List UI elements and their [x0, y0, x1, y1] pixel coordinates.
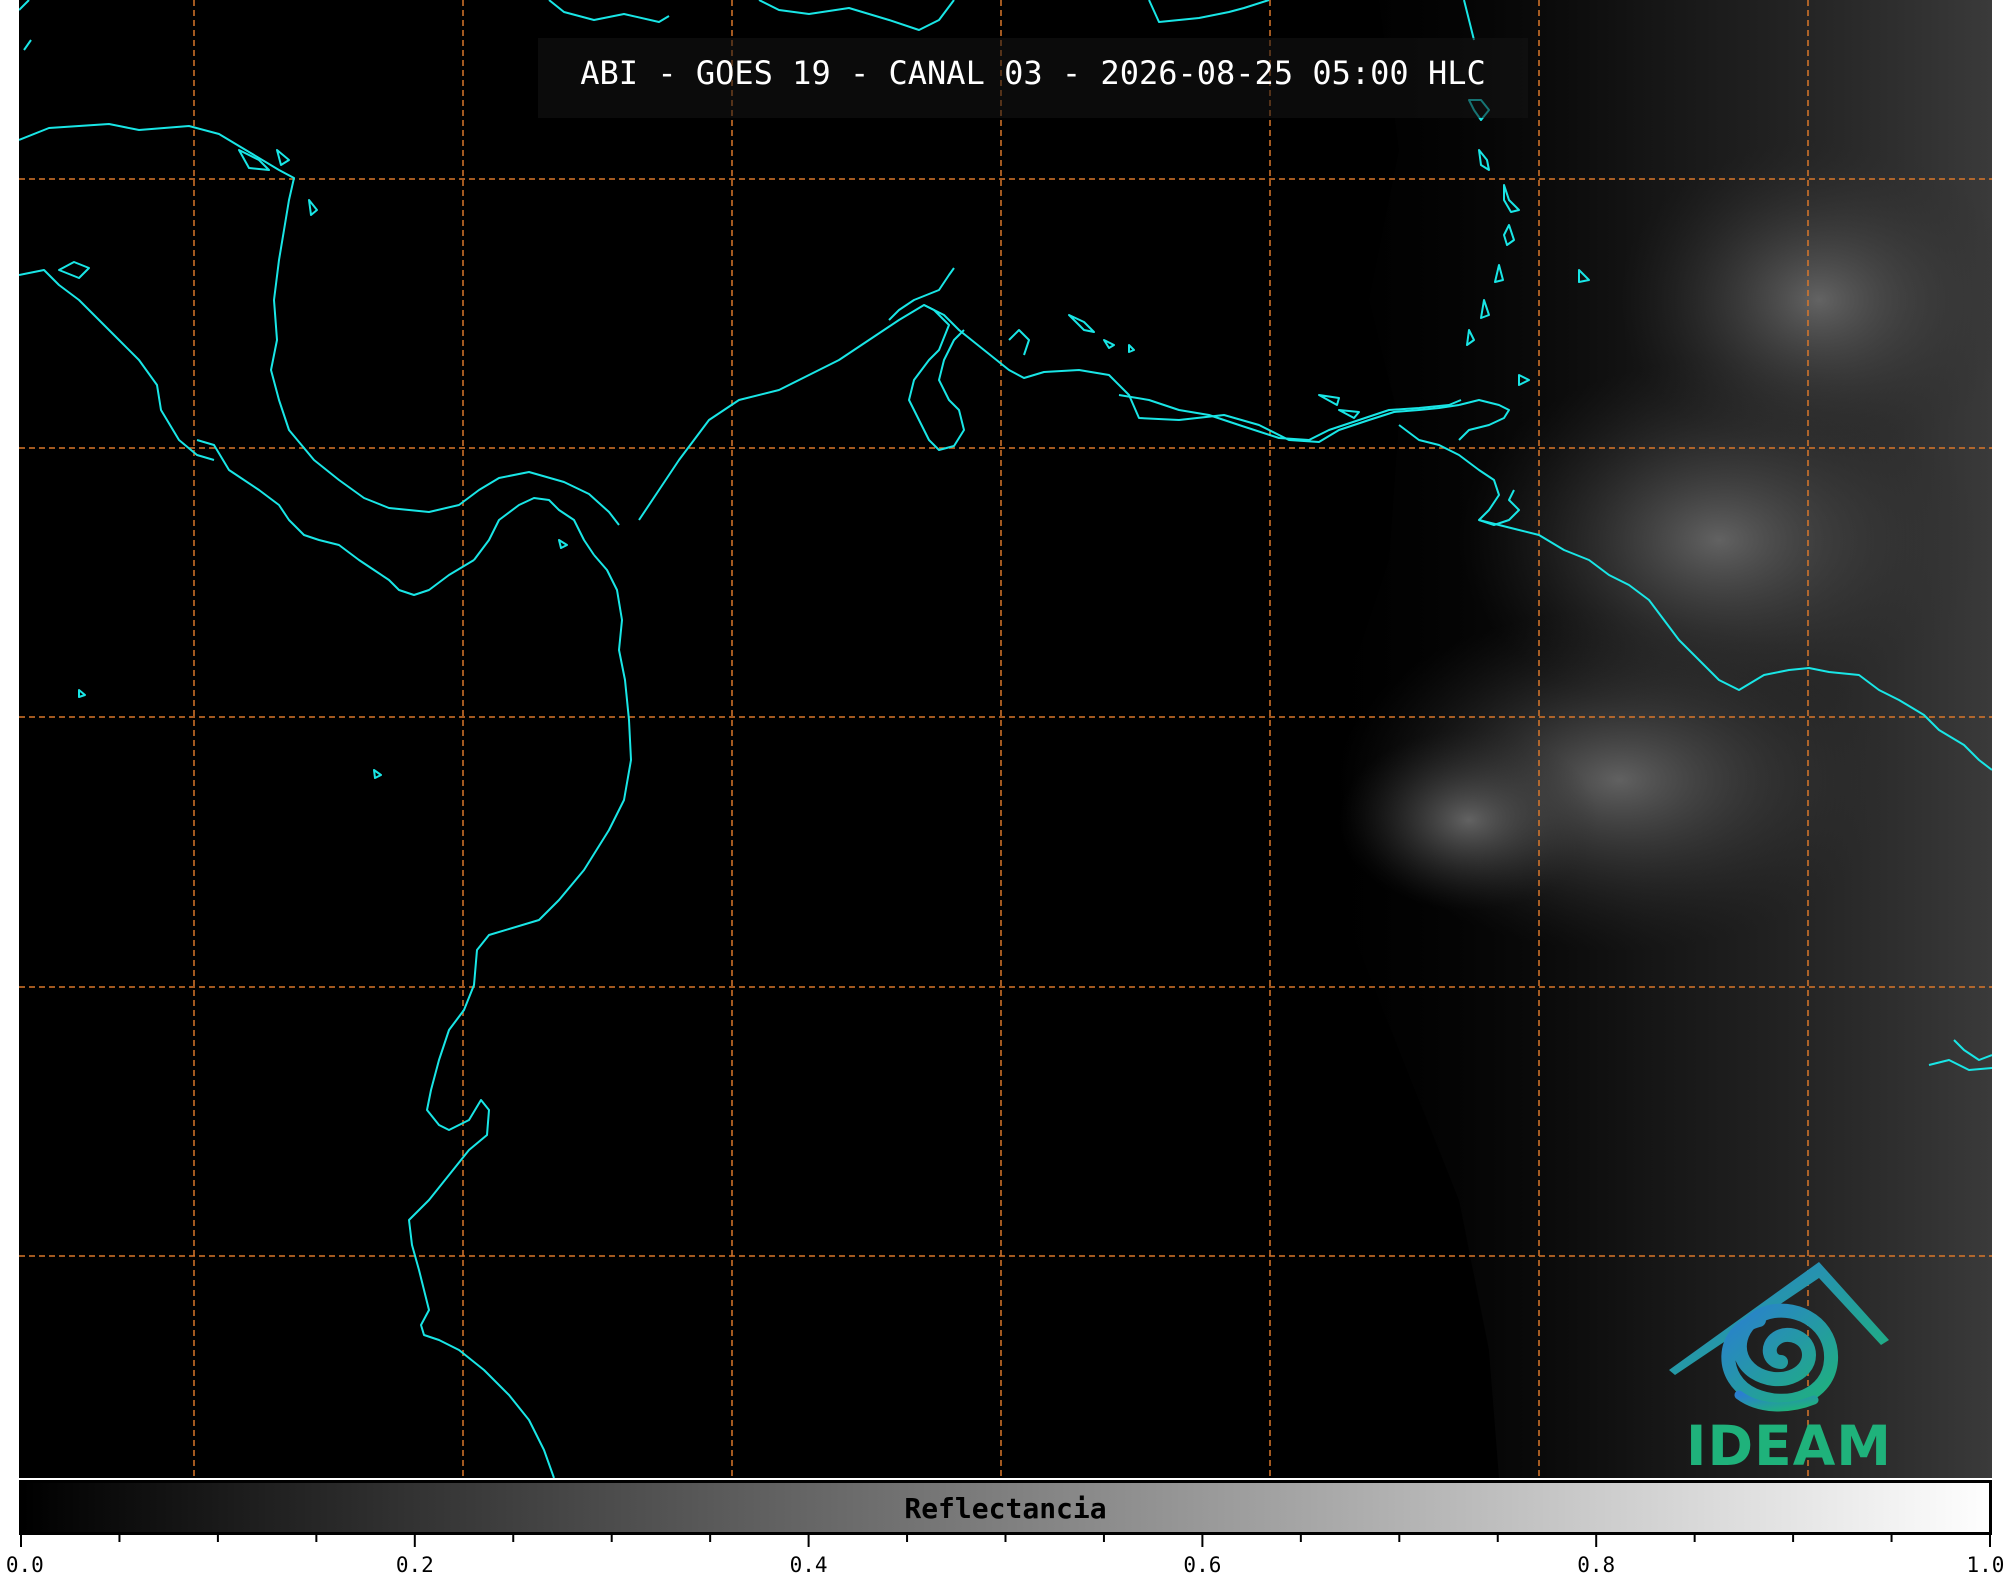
tick-label: 0.2	[395, 1553, 434, 1577]
map-canvas	[19, 0, 1992, 1478]
logo-text: IDEAM	[1686, 1414, 1892, 1478]
tick-label: 0.4	[789, 1553, 828, 1577]
tick-label: 0.0	[5, 1553, 44, 1577]
colorbar-label: Reflectancia	[904, 1492, 1107, 1525]
satellite-image-panel	[19, 0, 1992, 1478]
tick-label: 0.8	[1577, 1553, 1616, 1577]
cloud-mass	[1339, 730, 1599, 910]
colorbar-ticks	[20, 1535, 1991, 1547]
map-title: ABI - GOES 19 - CANAL 03 - 2026-08-25 05…	[580, 54, 1486, 92]
tick-label: 1.0	[1966, 1553, 2005, 1577]
tick-label: 0.6	[1183, 1553, 1222, 1577]
